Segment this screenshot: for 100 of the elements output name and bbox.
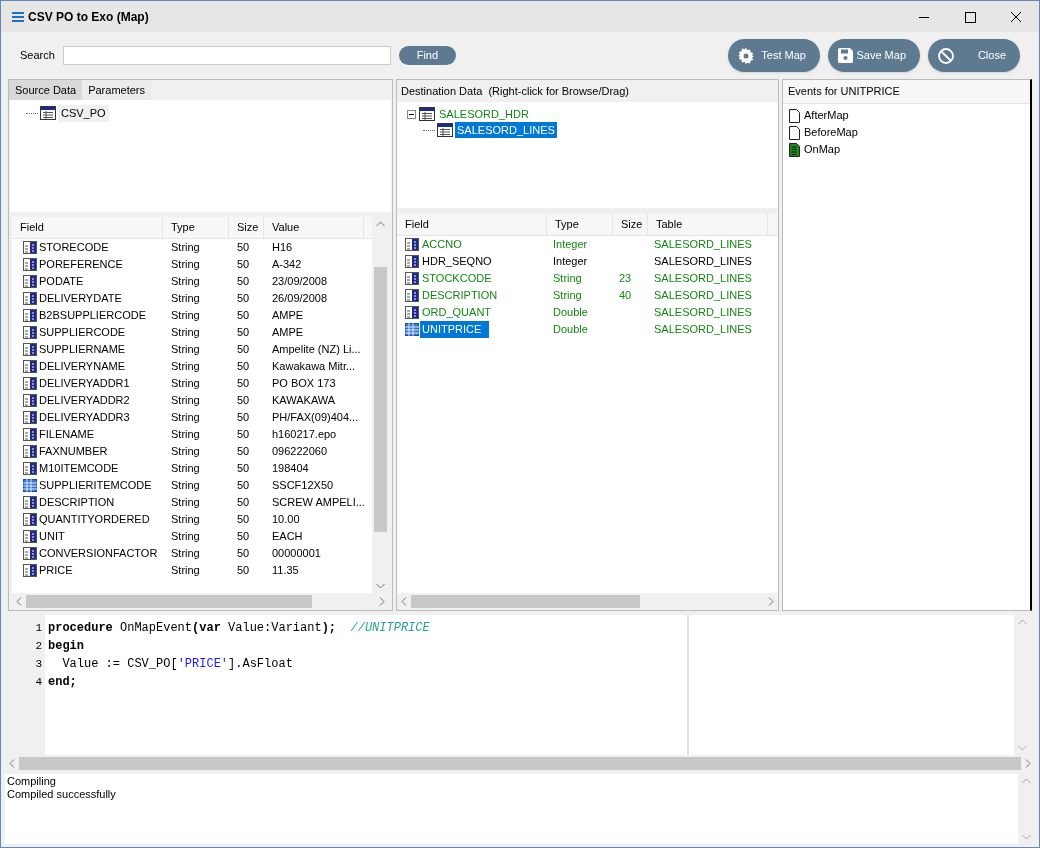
table-cell-text: String bbox=[170, 291, 201, 307]
code-line: begin bbox=[48, 638, 85, 655]
table-cell-text: Double bbox=[552, 305, 589, 321]
field-name[interactable]: POREFERENCE bbox=[39, 256, 123, 273]
field-name[interactable]: M10ITEMCODE bbox=[39, 460, 119, 477]
field-name[interactable]: UNITPRICE bbox=[420, 321, 490, 338]
field-name[interactable]: PODATE bbox=[39, 273, 84, 290]
field-name[interactable]: DESCRIPTION bbox=[39, 494, 115, 511]
line-number: 2 bbox=[34, 639, 43, 654]
event-item[interactable]: BeforeMap bbox=[804, 124, 858, 141]
table-cell-text: SCREW AMPELI... bbox=[271, 495, 364, 511]
table-cell-text: 11.35 bbox=[271, 563, 300, 579]
field-name[interactable]: STOCKCODE bbox=[420, 270, 494, 287]
field-name[interactable]: B2BSUPPLIERCODE bbox=[39, 307, 146, 324]
app-menu-icon[interactable] bbox=[12, 11, 24, 22]
test-button[interactable]: Test Map bbox=[728, 39, 820, 72]
field-name[interactable]: FAXNUMBER bbox=[39, 443, 108, 460]
field-name[interactable]: ORD_QUANT bbox=[420, 304, 494, 321]
field-name[interactable]: SUPPLIERCODE bbox=[39, 324, 126, 341]
table-cell-text: SALESORD_LINES bbox=[653, 305, 753, 321]
table-cell-text: SALESORD_LINES bbox=[653, 237, 753, 253]
table-cell-text: 50 bbox=[236, 257, 251, 273]
field-name[interactable]: HDR_SEQNO bbox=[420, 253, 494, 270]
field-name[interactable]: SUPPLIERNAME bbox=[39, 341, 126, 358]
field-name[interactable]: DELIVERYADDR3 bbox=[39, 409, 130, 426]
collapse-icon[interactable] bbox=[407, 109, 416, 119]
table-cell-text: PO BOX 173 bbox=[271, 376, 337, 392]
table-cell-text: String bbox=[170, 427, 201, 443]
table-cell-text: SALESORD_LINES bbox=[653, 271, 753, 287]
table-cell-text: 40 bbox=[618, 288, 633, 304]
table-cell-text: PH/FAX(09)404... bbox=[271, 410, 360, 426]
gear-icon bbox=[738, 47, 754, 64]
table-cell-text: A-342 bbox=[271, 257, 303, 273]
table-cell-text: AMPE bbox=[271, 308, 305, 324]
search-field[interactable] bbox=[62, 46, 391, 65]
close-button[interactable]: Close bbox=[928, 39, 1020, 72]
table-cell-text: 50 bbox=[236, 529, 251, 545]
code-line: procedure OnMapEvent(var Value:Variant); //UNITPRICE bbox=[48, 620, 431, 637]
event-item[interactable]: OnMap bbox=[804, 141, 841, 158]
column-header[interactable]: Field bbox=[397, 214, 547, 235]
filled-document-icon bbox=[789, 142, 800, 157]
table-cell-text: String bbox=[170, 257, 201, 273]
table-cell-text: 50 bbox=[236, 325, 251, 341]
table-cell-text: 50 bbox=[236, 427, 251, 443]
horizontal-scrollbar[interactable] bbox=[12, 593, 389, 610]
field-name[interactable]: DELIVERYDATE bbox=[39, 290, 122, 307]
tab[interactable]: Parameters bbox=[82, 80, 151, 100]
save-button[interactable]: Save Map bbox=[828, 39, 920, 72]
field-name[interactable]: DELIVERYADDR2 bbox=[39, 392, 130, 409]
search-label: Search bbox=[20, 48, 55, 64]
field-name[interactable]: PRICE bbox=[39, 562, 73, 579]
tab[interactable]: Source Data bbox=[9, 80, 83, 100]
table-cell-text: 50 bbox=[236, 495, 251, 511]
code-line: Value := CSV_PO['PRICE'].AsFloat bbox=[61, 656, 294, 673]
field-icon bbox=[405, 289, 419, 302]
field-name[interactable]: SUPPLIERITEMCODE bbox=[39, 477, 152, 494]
field-name[interactable]: DESCRIPTION bbox=[420, 287, 500, 304]
table-cell-text: 10.00 bbox=[271, 512, 301, 528]
table-cell-text: String bbox=[170, 444, 201, 460]
field-name[interactable]: DELIVERYNAME bbox=[39, 358, 125, 375]
column-header[interactable]: Size bbox=[613, 214, 648, 235]
line-number: 4 bbox=[34, 675, 43, 690]
table-cell-text: Kawakawa Mitr... bbox=[271, 359, 357, 375]
horizontal-scrollbar[interactable] bbox=[397, 593, 778, 610]
table-cell-text: 50 bbox=[236, 546, 251, 562]
table-cell-text: SALESORD_LINES bbox=[653, 322, 753, 338]
table-cell-text: 50 bbox=[236, 240, 251, 256]
table-cell-text: String bbox=[170, 512, 201, 528]
table-cell-text: 50 bbox=[236, 308, 251, 324]
panel-title: Destination Data (Right-click for Browse/Drag) bbox=[400, 83, 631, 99]
field-name[interactable]: CONVERSIONFACTOR bbox=[39, 545, 158, 562]
event-item[interactable]: AfterMap bbox=[804, 107, 849, 124]
field-name[interactable]: ACCNO bbox=[420, 236, 464, 253]
field-name[interactable]: UNIT bbox=[39, 528, 65, 545]
column-header[interactable]: Field bbox=[12, 217, 163, 238]
field-name[interactable]: DELIVERYADDR1 bbox=[39, 375, 130, 392]
column-header[interactable]: Table bbox=[648, 214, 768, 235]
tree-item[interactable]: SALESORD_LINES bbox=[455, 121, 557, 139]
field-name[interactable]: FILENAME bbox=[39, 426, 94, 443]
field-name[interactable]: STORECODE bbox=[39, 239, 109, 256]
table-cell-text: 50 bbox=[236, 359, 251, 375]
column-header[interactable]: Size bbox=[229, 217, 264, 238]
table-cell-text: 50 bbox=[236, 393, 251, 409]
column-header[interactable]: Value bbox=[264, 217, 364, 238]
document-icon bbox=[789, 108, 800, 123]
field-icon bbox=[405, 255, 419, 268]
table-cell-text: 50 bbox=[236, 376, 251, 392]
table-cell-text: SSCF12X50 bbox=[271, 478, 335, 494]
field-name[interactable]: QUANTITYORDERED bbox=[39, 511, 150, 528]
table-cell-text: String bbox=[170, 274, 201, 290]
table-cell-text: 50 bbox=[236, 274, 251, 290]
column-header[interactable]: Type bbox=[547, 214, 613, 235]
table-cell-text: 50 bbox=[236, 461, 251, 477]
table-cell-text: String bbox=[170, 240, 201, 256]
tree-item[interactable]: CSV_PO bbox=[58, 105, 109, 122]
tree-item[interactable]: SALESORD_HDR bbox=[437, 105, 531, 123]
column-header[interactable]: Type bbox=[163, 217, 229, 238]
find-button[interactable]: Find bbox=[398, 46, 456, 65]
table-cell-text: String bbox=[170, 546, 201, 562]
table-cell-text: 26/09/2008 bbox=[271, 291, 329, 307]
